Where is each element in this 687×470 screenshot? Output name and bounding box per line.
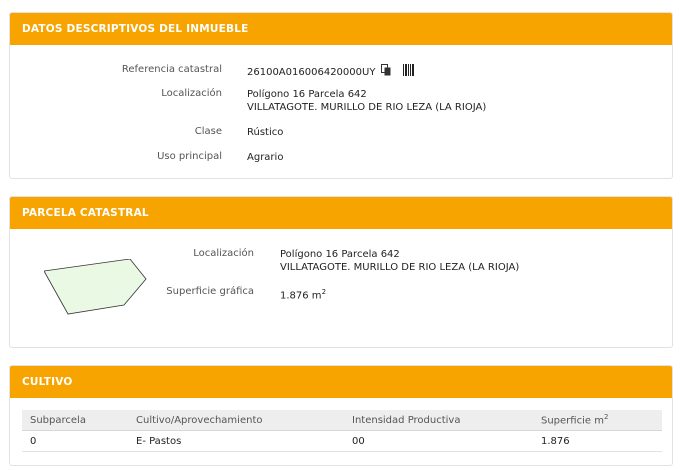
cell-subparcela: 0 — [22, 430, 128, 452]
cell-superficie: 1.876 — [533, 430, 662, 452]
referencia-value: 26100A016006420000UY — [247, 64, 415, 80]
cultivo-table: Subparcela Cultivo/Aprovechamiento Inten… — [22, 410, 662, 452]
col-intensidad: Intensidad Productiva — [344, 410, 533, 431]
cultivo-panel: CULTIVO Subparcela Cultivo/Aprovechamien… — [9, 365, 673, 466]
copy-icon[interactable] — [380, 64, 392, 80]
col-superficie-text: Superficie m — [541, 415, 604, 427]
col-superficie: Superficie m2 — [533, 410, 662, 431]
col-subparcela: Subparcela — [22, 410, 128, 431]
parcela-map[interactable] — [44, 259, 156, 317]
table-row: 0 E- Pastos 00 1.876 — [22, 430, 662, 452]
parcela-localizacion-value: Polígono 16 Parcela 642 VILLATAGOTE. MUR… — [280, 248, 519, 274]
localizacion-value: Polígono 16 Parcela 642 VILLATAGOTE. MUR… — [247, 88, 486, 114]
cultivo-panel-title: CULTIVO — [10, 366, 672, 398]
parcela-shape — [44, 259, 147, 315]
parcela-panel-title: PARCELA CATASTRAL — [10, 197, 672, 229]
parcela-panel: PARCELA CATASTRAL Localización Polígono … — [9, 196, 673, 348]
clase-label: Clase — [194, 126, 222, 137]
cultivo-table-header: Subparcela Cultivo/Aprovechamiento Inten… — [22, 410, 662, 431]
superficie-label: Superficie gráfica — [166, 286, 254, 297]
localizacion-line2: VILLATAGOTE. MURILLO DE RIO LEZA (LA RIO… — [247, 102, 487, 113]
localizacion-label: Localización — [161, 88, 222, 99]
col-superficie-sup: 2 — [603, 413, 609, 422]
parcela-localizacion-label: Localización — [193, 248, 254, 259]
superficie-value: 1.876 m2 — [280, 286, 326, 302]
cell-cultivo: E- Pastos — [128, 430, 344, 452]
cell-intensidad: 00 — [344, 430, 533, 452]
localizacion-line1: Polígono 16 Parcela 642 — [247, 89, 367, 100]
referencia-text[interactable]: 26100A016006420000UY — [247, 67, 375, 78]
parcela-localizacion-line2: VILLATAGOTE. MURILLO DE RIO LEZA (LA RIO… — [280, 262, 520, 273]
referencia-label: Referencia catastral — [121, 64, 222, 75]
superficie-unit-sup: 2 — [321, 288, 327, 296]
clase-value: Rústico — [247, 127, 284, 138]
parcela-localizacion-line1: Polígono 16 Parcela 642 — [280, 249, 400, 260]
barcode-icon[interactable] — [402, 64, 415, 80]
inmueble-panel-title: DATOS DESCRIPTIVOS DEL INMUEBLE — [10, 13, 672, 45]
inmueble-panel: DATOS DESCRIPTIVOS DEL INMUEBLE Referenc… — [9, 12, 673, 179]
uso-label: Uso principal — [157, 151, 222, 162]
superficie-number: 1.876 m — [280, 290, 322, 302]
col-cultivo: Cultivo/Aprovechamiento — [128, 410, 344, 431]
uso-value: Agrario — [247, 152, 284, 163]
